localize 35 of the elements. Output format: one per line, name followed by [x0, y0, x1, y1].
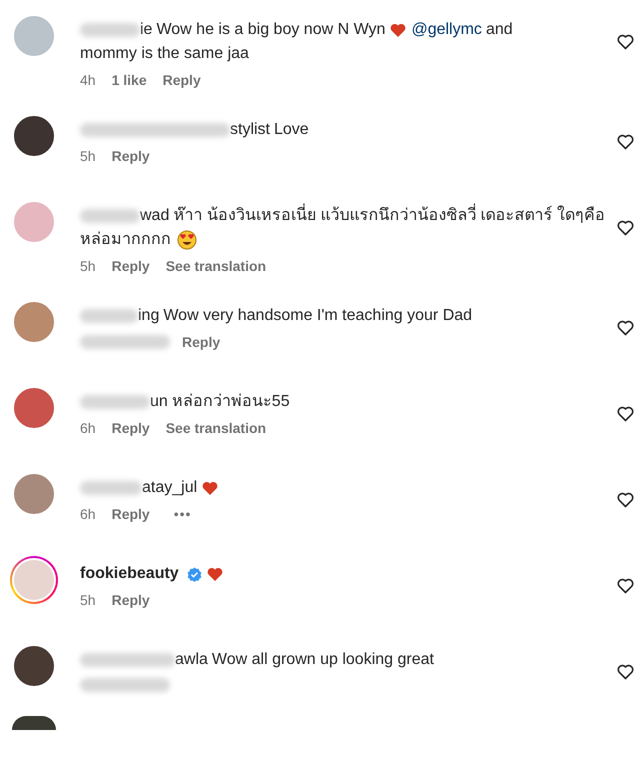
reply-link[interactable]: Reply — [112, 592, 150, 608]
comment-text: mommy is the same jaa — [80, 44, 249, 64]
comment-text: and — [486, 20, 513, 40]
username[interactable]: ie — [140, 18, 152, 42]
reply-link[interactable]: Reply — [162, 72, 201, 88]
see-translation-link[interactable]: See translation — [166, 258, 266, 274]
reply-link[interactable]: Reply — [112, 148, 150, 164]
username[interactable]: atay_jul — [142, 476, 198, 500]
comment-text: หล่อกว่าพ่อนะ55 — [172, 392, 290, 412]
comment-text: Wow all grown up looking great — [212, 650, 434, 670]
comment-time: 5h — [80, 592, 96, 608]
username[interactable]: ing — [138, 304, 160, 328]
username[interactable]: wad — [140, 204, 170, 228]
reply-link[interactable]: Reply — [182, 334, 220, 350]
username[interactable]: awla — [175, 648, 208, 672]
username[interactable]: fookiebeauty — [80, 562, 179, 586]
mention-link[interactable]: @gellymc — [411, 18, 482, 42]
comment-time: 4h — [80, 72, 96, 88]
comment-text: หล่อมากกกก — [80, 230, 171, 250]
comment-time: 6h — [80, 420, 96, 436]
comment-text: Love — [274, 120, 309, 140]
comment-time: 6h — [80, 506, 96, 522]
comment-time: 5h — [80, 258, 96, 274]
reply-link[interactable]: Reply — [112, 506, 150, 522]
comment-time: 5h — [80, 148, 96, 164]
like-count[interactable]: 1 like — [112, 72, 147, 88]
username[interactable]: un — [150, 390, 168, 414]
reply-link[interactable]: Reply — [112, 258, 150, 274]
comment-text: Wow he is a big boy now N Wyn — [156, 20, 386, 40]
see-translation-link[interactable]: See translation — [166, 420, 266, 436]
comment-text: Wow very handsome I'm teaching your Dad — [163, 306, 472, 326]
username[interactable]: stylist — [230, 118, 270, 142]
more-options-icon[interactable]: ••• — [174, 506, 192, 522]
comment-text: ห๊าา น้องวินเหรอเนี่ย แว้บแรกนึกว่าน้องซิลวี่ เดอะสตาร์ ใดๆคือ — [173, 204, 606, 228]
reply-link[interactable]: Reply — [112, 420, 150, 436]
